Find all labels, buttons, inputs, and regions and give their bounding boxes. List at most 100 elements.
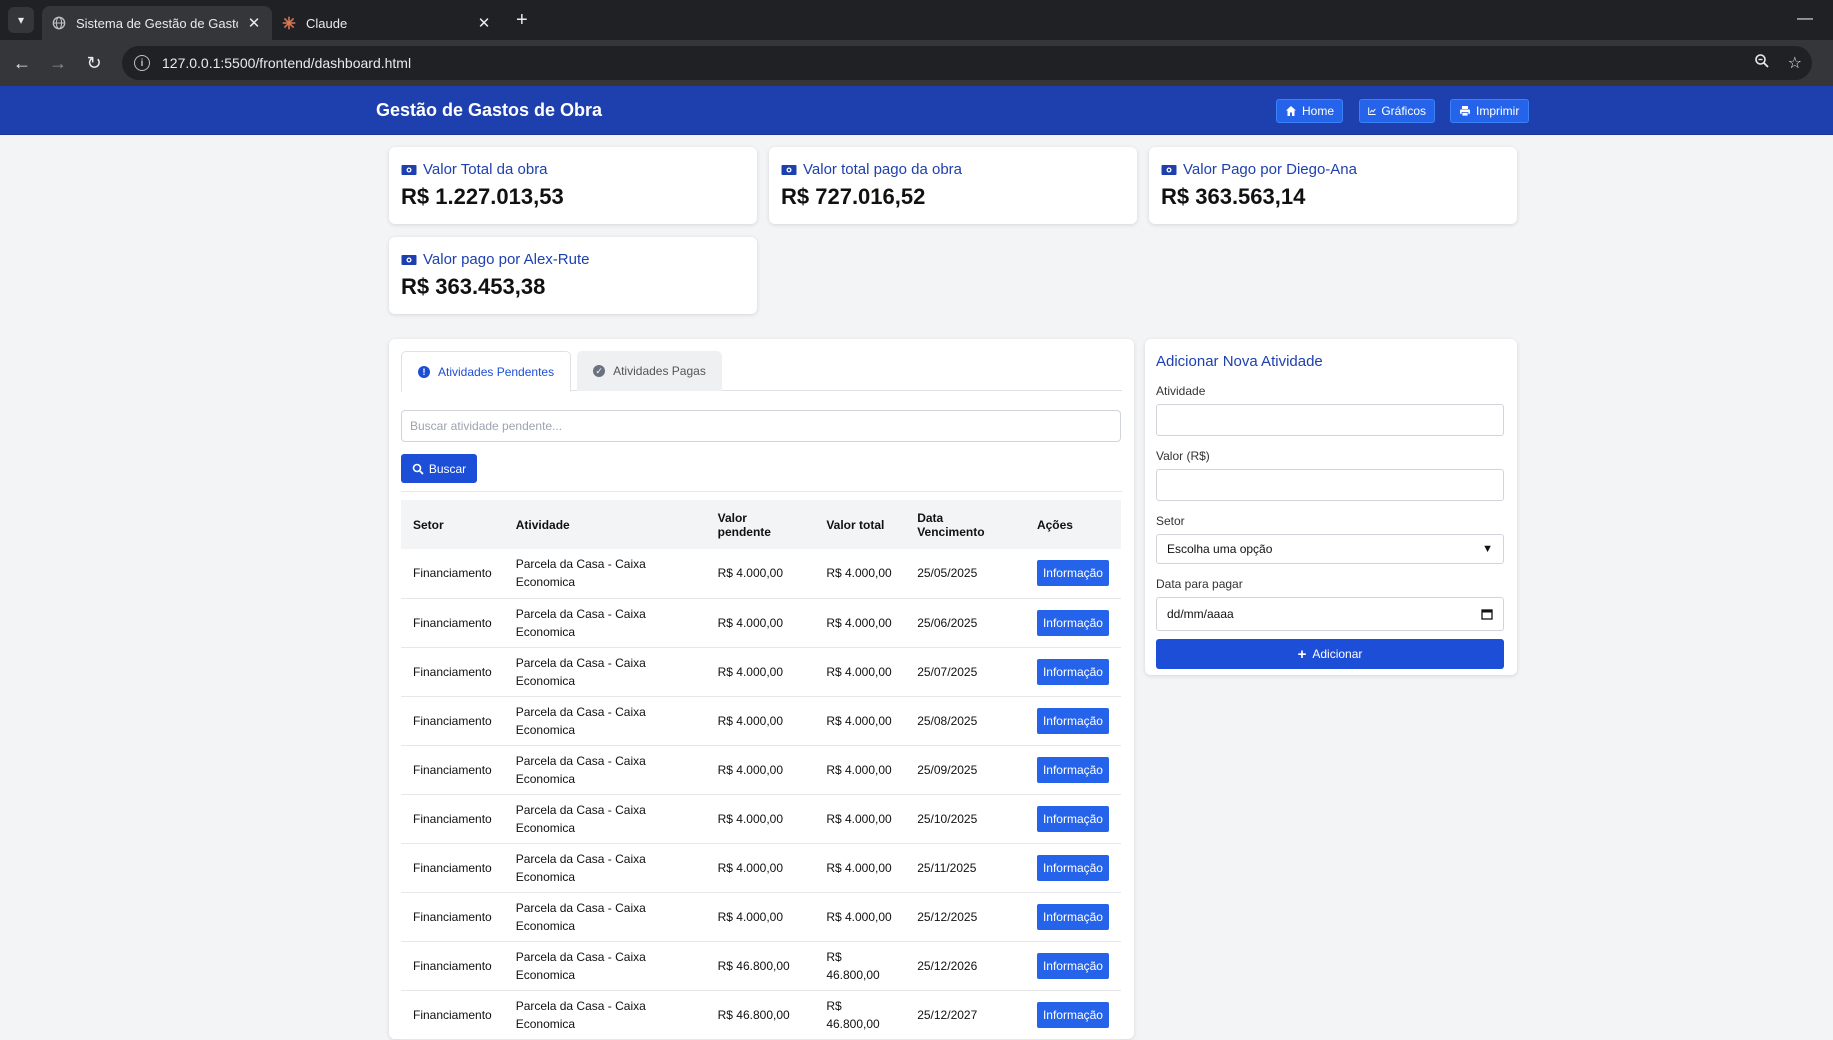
cell-acoes: Informação	[1025, 647, 1121, 696]
total-line: R$ 4.000,00	[826, 860, 892, 875]
informacao-button[interactable]: Informação	[1036, 609, 1109, 636]
close-tab-icon[interactable]: ✕	[246, 14, 262, 32]
atividade-line: Parcela da Casa - Caixa	[515, 949, 646, 964]
calendar-icon[interactable]	[1481, 608, 1493, 620]
tab-search-button[interactable]: ▾	[8, 7, 34, 33]
adicionar-button[interactable]: + Adicionar	[1156, 639, 1504, 669]
browser-address-bar: ← → ↻ i 127.0.0.1:5500/frontend/dashboar…	[0, 40, 1833, 86]
atividade-line: Economica	[515, 820, 576, 835]
total-line: R$ 4.000,00	[826, 664, 892, 679]
reload-icon[interactable]: ↻	[76, 53, 112, 74]
minimize-icon[interactable]: —	[1797, 10, 1813, 28]
graficos-button[interactable]: Gráficos	[1359, 99, 1435, 123]
atividade-input[interactable]	[1156, 404, 1504, 436]
cell-setor: Financiamento	[413, 1007, 492, 1022]
cell-acoes: Informação	[1025, 941, 1121, 990]
cell-data-vencimento: 25/12/2026	[917, 958, 978, 973]
column-header-valor-total[interactable]: Valor total	[814, 500, 905, 549]
print-icon	[1460, 106, 1470, 117]
bookmark-star-icon[interactable]: ☆	[1788, 53, 1802, 73]
cell-data-vencimento: 25/11/2025	[917, 860, 977, 875]
atividade-line: Economica	[515, 918, 576, 933]
cell-setor: Financiamento	[413, 615, 492, 630]
money-bill-icon	[1161, 164, 1177, 175]
browser-tab-claude[interactable]: Claude ✕	[272, 6, 502, 40]
app-header: Gestão de Gastos de Obra Home Gráficos I…	[0, 86, 1833, 135]
imprimir-button[interactable]: Imprimir	[1450, 99, 1529, 123]
column-header-data-vencimento[interactable]: Data Vencimento	[905, 500, 1025, 549]
cell-valor-pendente: R$ 4.000,00	[717, 566, 784, 581]
chart-line-icon	[1368, 107, 1376, 115]
cell-atividade: Parcela da Casa - Caixa Economica	[504, 696, 706, 745]
summary-label: Valor total pago da obra	[803, 161, 963, 178]
search-input[interactable]	[401, 410, 1121, 442]
header-line: Data	[917, 510, 944, 525]
summary-value: R$ 727.016,52	[781, 184, 926, 209]
cell-setor: Financiamento	[413, 909, 492, 924]
cell-valor-total: R$ 4.000,00	[814, 892, 905, 941]
total-line: 46.800,00	[826, 967, 880, 982]
column-header-valor-pendente[interactable]: Valor pendente	[706, 500, 815, 549]
search-icon	[412, 463, 424, 475]
total-line: R$	[826, 949, 842, 964]
browser-tab-active[interactable]: Sistema de Gestão de Gastos de ✕	[42, 6, 272, 40]
forward-icon[interactable]: →	[40, 53, 76, 74]
home-button[interactable]: Home	[1276, 99, 1343, 123]
valor-input[interactable]	[1156, 469, 1504, 501]
column-header-atividade[interactable]: Atividade	[504, 500, 706, 549]
data-label: Data para pagar	[1156, 577, 1243, 591]
setor-selected-value: Escolha uma opção	[1167, 542, 1273, 556]
plus-icon: +	[1297, 645, 1307, 663]
cell-valor-pendente: R$ 4.000,00	[717, 811, 784, 826]
claude-logo-icon	[282, 16, 296, 30]
back-icon[interactable]: ←	[4, 53, 40, 74]
informacao-button[interactable]: Informação	[1036, 707, 1109, 734]
url-field[interactable]: i 127.0.0.1:5500/frontend/dashboard.html…	[122, 46, 1812, 80]
cell-acoes: Informação	[1025, 549, 1121, 598]
zoom-icon[interactable]	[1754, 53, 1770, 69]
cell-setor: Financiamento	[413, 860, 492, 875]
table-row: Financiamento Parcela da Casa - Caixa Econ…	[401, 794, 1121, 843]
atividade-line: Parcela da Casa - Caixa	[515, 557, 646, 572]
cell-valor-total: R$ 4.000,00	[814, 843, 905, 892]
informacao-button[interactable]: Informação	[1036, 805, 1109, 832]
cell-atividade: Parcela da Casa - Caixa Economica	[504, 990, 706, 1039]
informacao-button[interactable]: Informação	[1036, 854, 1109, 881]
cell-valor-total: R$ 46.800,00	[814, 990, 905, 1039]
informacao-button[interactable]: Informação	[1036, 560, 1109, 587]
cell-valor-total: R$ 4.000,00	[814, 647, 905, 696]
setor-select[interactable]: Escolha uma opção ▼	[1156, 534, 1504, 564]
cell-valor-pendente: R$ 4.000,00	[717, 762, 784, 777]
atividade-line: Parcela da Casa - Caixa	[515, 704, 646, 719]
cell-data-vencimento: 25/08/2025	[917, 713, 978, 728]
add-activity-form: Adicionar Nova Atividade Atividade Valor…	[1145, 339, 1517, 675]
cell-valor-pendente: R$ 46.800,00	[717, 958, 790, 973]
atividade-line: Parcela da Casa - Caixa	[515, 655, 646, 670]
table-row: Financiamento Parcela da Casa - Caixa Econ…	[401, 696, 1121, 745]
new-tab-icon[interactable]: +	[516, 10, 528, 30]
cell-atividade: Parcela da Casa - Caixa Economica	[504, 549, 706, 598]
data-input[interactable]: dd/mm/aaaa	[1156, 597, 1504, 631]
cell-valor-pendente: R$ 4.000,00	[717, 860, 784, 875]
tab-atividades-pagas[interactable]: ✓ Atividades Pagas	[577, 351, 722, 391]
atividade-line: Parcela da Casa - Caixa	[515, 998, 646, 1013]
informacao-button[interactable]: Informação	[1036, 756, 1109, 783]
informacao-button[interactable]: Informação	[1036, 903, 1109, 930]
cell-acoes: Informação	[1025, 892, 1121, 941]
close-tab-icon[interactable]: ✕	[476, 14, 492, 32]
informacao-button[interactable]: Informação	[1036, 952, 1109, 979]
column-header-setor[interactable]: Setor	[401, 500, 504, 549]
tab-atividades-pendentes[interactable]: ! Atividades Pendentes	[401, 351, 572, 392]
activities-tabs: ! Atividades Pendentes ✓ Atividades Paga…	[401, 351, 1122, 392]
atividade-line: Parcela da Casa - Caixa	[515, 900, 646, 915]
informacao-button[interactable]: Informação	[1036, 658, 1109, 685]
cell-data-vencimento: 25/12/2027	[917, 1007, 978, 1022]
cell-valor-total: R$ 4.000,00	[814, 745, 905, 794]
info-circle-icon: !	[418, 365, 430, 378]
globe-icon	[52, 16, 66, 30]
buscar-button[interactable]: Buscar	[401, 454, 477, 483]
date-placeholder: dd/mm/aaaa	[1167, 607, 1234, 621]
informacao-button[interactable]: Informação	[1036, 1001, 1109, 1028]
site-info-icon[interactable]: i	[134, 55, 150, 71]
cell-atividade: Parcela da Casa - Caixa Economica	[504, 941, 706, 990]
